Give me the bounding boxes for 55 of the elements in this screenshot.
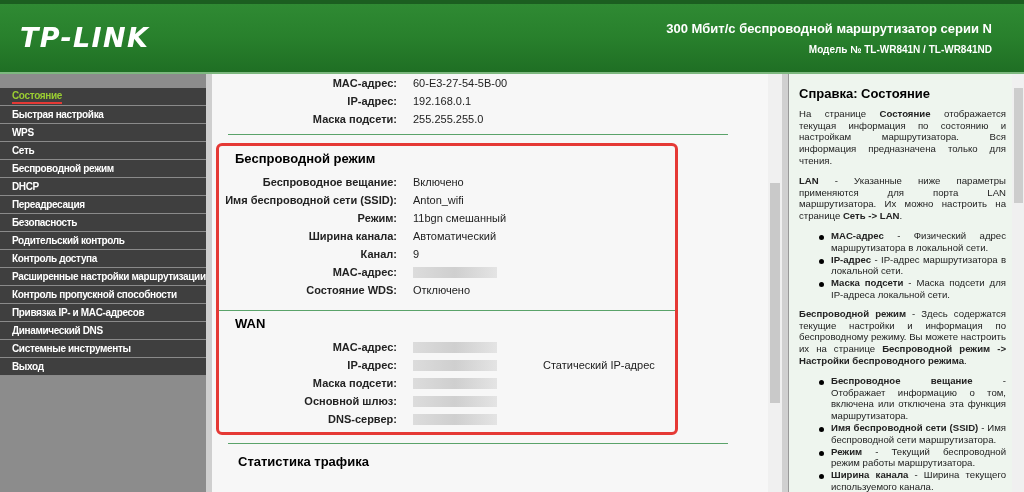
field-value: 192.168.0.1	[413, 93, 472, 109]
help-list-item: IP-адрес - IP-адрес маршрутизатора в локальной сети.	[831, 253, 1006, 278]
scrollbar[interactable]	[768, 74, 782, 492]
field-value: Anton_wifi	[413, 193, 464, 209]
field-label: Беспроводное вещание:	[261, 175, 397, 191]
bullet-icon	[819, 258, 824, 264]
brand-logo: TP-LINK	[20, 20, 150, 55]
model-number: Модель № TL-WR841N / TL-WR841ND	[808, 43, 992, 58]
help-paragraph: На странице Состояние отображается текущая информация по состоянию и настройкам маршрутизатора. Вся информация предназначена только для чтения.	[799, 107, 1006, 167]
section-heading: Статистика трафика	[237, 453, 370, 471]
help-paragraph: Беспроводной режим - Здесь содержатся текущие настройки и информация по беспроводному режиму. Вы можете настроить их на странице Беспроводной режим -> Настройки беспроводного режима.	[799, 307, 1006, 367]
menu-item[interactable]: WPS	[12, 126, 34, 139]
help-list-item: Ширина канала - Ширина текущего используемого канала.	[831, 469, 1006, 492]
field-label: Маска подсети:	[311, 111, 397, 127]
field-label: Основной шлюз:	[303, 393, 397, 409]
field-label: Ширина канала:	[307, 229, 397, 245]
field-value: 60-E3-27-54-5B-00	[413, 75, 508, 91]
menu-item[interactable]: Сеть	[12, 144, 35, 157]
field-note: Статический IP-адрес	[543, 357, 655, 373]
bullet-icon	[819, 282, 824, 288]
bullet-icon	[819, 426, 824, 432]
field-label: Имя беспроводной сети (SSID):	[224, 193, 397, 209]
product-title: 300 Мбит/с беспроводной маршрутизатор серии N	[666, 19, 992, 38]
field-value: Включено	[413, 175, 464, 191]
field-label: IP-адрес:	[346, 357, 397, 373]
field-value: 255.255.255.0	[413, 111, 484, 127]
field-label: MAC-адрес:	[331, 339, 397, 355]
menu-item[interactable]: Выход	[12, 360, 44, 373]
help-paragraph: LAN - Указанные ниже параметры применяются для порта LAN маршрутизатора. Их можно настроить на странице Сеть -> LAN.	[799, 174, 1006, 222]
bullet-icon	[819, 379, 824, 385]
field-label: MAC-адрес:	[331, 75, 397, 91]
field-label: Канал:	[359, 247, 397, 263]
bullet-icon	[819, 450, 824, 456]
section-heading: WAN	[234, 314, 267, 333]
field-value: Отключено	[413, 283, 470, 299]
section-heading: Беспроводной режим	[234, 150, 377, 168]
field-label: Маска подсети:	[311, 375, 397, 391]
field-label: DNS-сервер:	[327, 411, 397, 427]
help-title: Справка: Состояние	[799, 88, 932, 100]
bullet-icon	[819, 474, 824, 480]
scrollbar[interactable]	[1012, 74, 1024, 492]
field-label: MAC-адрес:	[331, 265, 397, 281]
field-value: 11bgn смешанный	[413, 211, 507, 227]
help-list-item: MAC-адрес - Физический адрес маршрутизатора в локальной сети.	[831, 229, 1006, 254]
field-value: Автоматический	[413, 229, 497, 245]
field-label: Режим:	[356, 211, 397, 227]
field-value: 9	[413, 247, 420, 263]
help-list-item: Беспроводное вещание - Отображает информацию о том, включена или отключена эта функция маршрутизатора.	[831, 374, 1006, 422]
help-list-item: Имя беспроводной сети (SSID) - Имя беспроводной сети маршрутизатора.	[831, 421, 1006, 446]
field-label: Состояние WDS:	[305, 283, 397, 299]
help-list-item: Маска подсети - Маска подсети для IP-адреса локальной сети.	[831, 277, 1006, 301]
bullet-icon	[819, 234, 824, 240]
help-list-item: Режим - Текущий беспроводной режим работы маршрутизатора.	[831, 445, 1006, 470]
field-label: IP-адрес:	[346, 93, 397, 109]
menu-item[interactable]: DHCP	[12, 180, 39, 193]
